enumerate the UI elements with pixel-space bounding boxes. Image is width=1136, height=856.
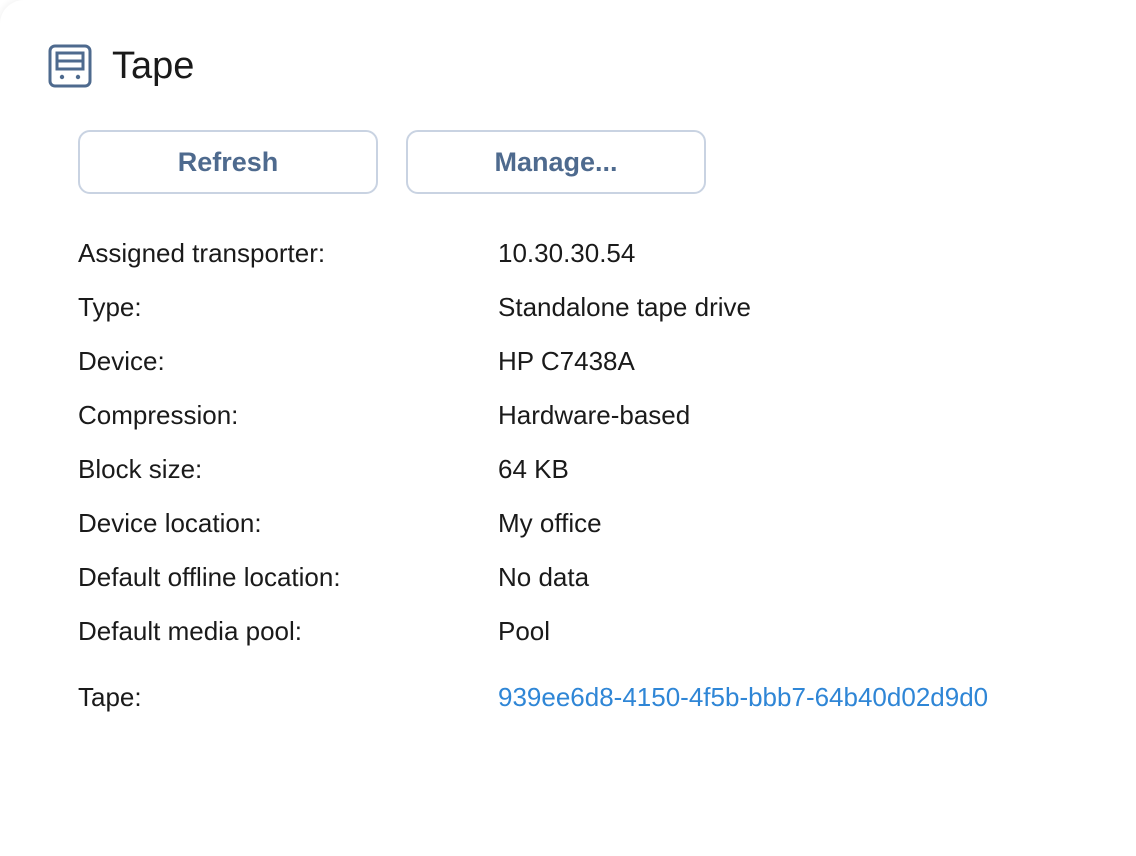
property-row-assigned-transporter: Assigned transporter: 10.30.30.54	[78, 226, 988, 280]
tape-id-link[interactable]: 939ee6d8-4150-4f5b-bbb7-64b40d02d9d0	[498, 682, 988, 713]
refresh-button[interactable]: Refresh	[78, 130, 378, 194]
property-row-device-location: Device location: My office	[78, 496, 988, 550]
property-value: My office	[498, 507, 602, 538]
property-value: Standalone tape drive	[498, 291, 751, 322]
property-value: Pool	[498, 615, 551, 646]
property-label: Default offline location:	[78, 561, 341, 592]
property-value: No data	[498, 561, 590, 592]
panel-header: Tape	[48, 44, 194, 88]
property-row-tape: Tape: 939ee6d8-4150-4f5b-bbb7-64b40d02d9…	[78, 670, 988, 724]
toolbar: Refresh Manage...	[78, 130, 706, 194]
property-row-default-media-pool: Default media pool: Pool	[78, 604, 988, 658]
tape-drive-icon	[48, 44, 92, 88]
property-row-block-size: Block size: 64 KB	[78, 442, 988, 496]
properties-list: Assigned transporter: 10.30.30.54 Type: …	[78, 226, 988, 724]
page-title: Tape	[112, 45, 195, 87]
property-row-type: Type: Standalone tape drive	[78, 280, 988, 334]
property-row-default-offline-location: Default offline location: No data	[78, 550, 988, 604]
property-label: Assigned transporter:	[78, 237, 326, 268]
property-value: HP C7438A	[498, 345, 635, 376]
property-label: Type:	[78, 291, 142, 322]
property-row-device: Device: HP C7438A	[78, 334, 988, 388]
property-label: Compression:	[78, 399, 239, 430]
property-row-compression: Compression: Hardware-based	[78, 388, 988, 442]
property-value: Hardware-based	[498, 399, 691, 430]
manage-button[interactable]: Manage...	[406, 130, 706, 194]
property-label: Default media pool:	[78, 615, 303, 646]
property-label: Block size:	[78, 453, 203, 484]
property-label: Device:	[78, 345, 165, 376]
property-value: 10.30.30.54	[498, 237, 636, 268]
tape-details-panel: Tape Refresh Manage... Assigned transpor…	[0, 0, 1136, 856]
property-value: 64 KB	[498, 453, 569, 484]
property-label: Tape:	[78, 681, 142, 712]
property-label: Device location:	[78, 507, 262, 538]
